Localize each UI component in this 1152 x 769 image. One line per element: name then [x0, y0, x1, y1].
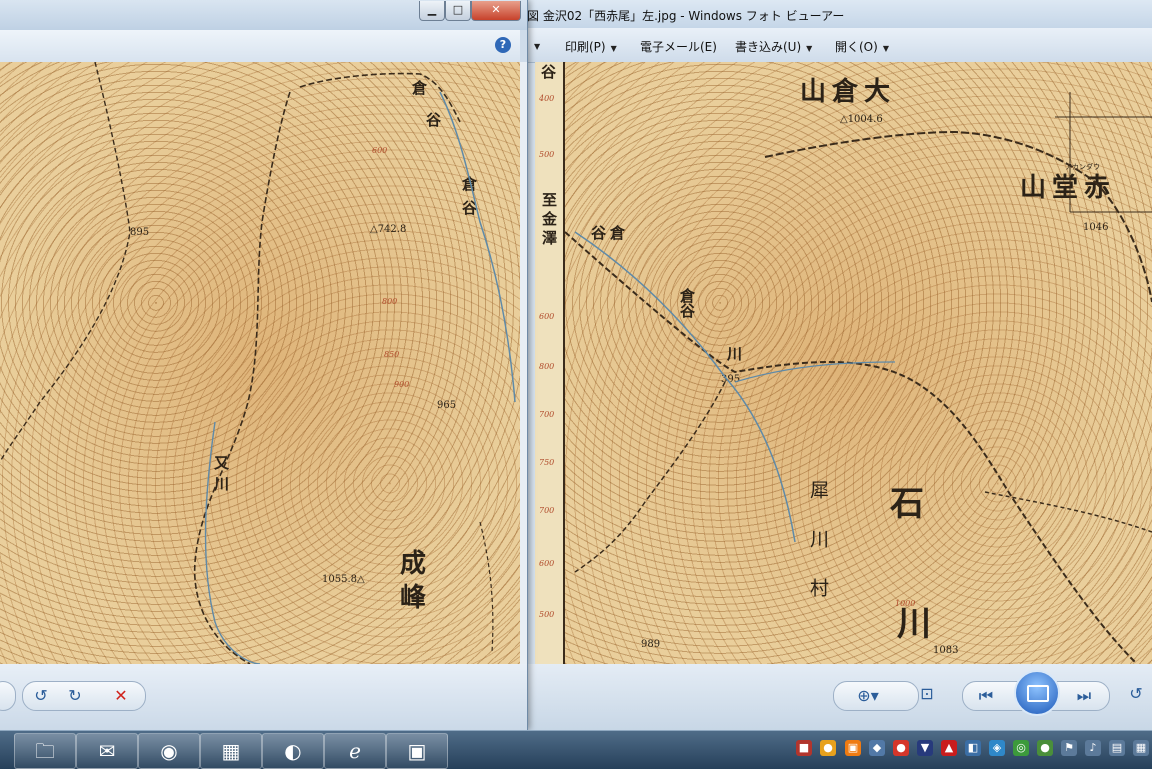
- margin-tick-8: 500: [539, 610, 555, 619]
- margin-tick-6: 700: [539, 506, 555, 515]
- menu-caret[interactable]: ▼: [529, 38, 540, 52]
- left-control-bar: ↺ ↻ ✕: [0, 664, 527, 730]
- tray-icon-3[interactable]: ▣: [845, 740, 861, 756]
- margin-tick-0: 400: [539, 94, 555, 103]
- viewer-control-bar: ⊕▾ ⊡ ⏮ ⏭ ↺: [527, 664, 1152, 730]
- taskbar-photo-viewer-button[interactable]: ▣: [386, 733, 448, 769]
- margin-tick-5: 750: [539, 458, 555, 467]
- firefox-icon: ◉: [160, 739, 178, 763]
- maximize-icon: □: [452, 3, 464, 16]
- mail-icon: ✉: [98, 739, 116, 763]
- left-scrollbar[interactable]: [520, 62, 527, 664]
- margin-tick-1: 500: [539, 150, 555, 159]
- margin-destination: 至金澤: [540, 192, 558, 249]
- margin-tick-7: 600: [539, 559, 555, 568]
- zoom-icon[interactable]: ⊕▾: [850, 682, 886, 710]
- actual-size-icon[interactable]: ⊡: [913, 680, 941, 708]
- network-icon[interactable]: ▤: [1109, 740, 1125, 756]
- rotate-right-icon[interactable]: ↻: [61, 682, 89, 710]
- taskbar-mail-button[interactable]: ✉: [76, 733, 138, 769]
- left-title-bar[interactable]: ▁ □ ✕: [0, 0, 527, 30]
- right-map-paths: [564, 92, 1152, 663]
- margin-top-char: 谷: [541, 63, 557, 81]
- tray-icon-6[interactable]: ▼: [917, 740, 933, 756]
- next-icon[interactable]: ⏭: [1071, 682, 1097, 710]
- zoom-control[interactable]: ⊕▾: [833, 681, 919, 711]
- taskbar-control-panel-button[interactable]: ▦: [200, 733, 262, 769]
- rotate-left-icon[interactable]: ↺: [27, 682, 55, 710]
- delete-icon[interactable]: ✕: [107, 682, 135, 710]
- left-menu-bar: ?: [0, 30, 520, 63]
- taskbar-folder-button[interactable]: 🗀: [14, 733, 76, 769]
- minimize-button[interactable]: ▁: [419, 1, 445, 21]
- slideshow-icon: [1027, 685, 1049, 702]
- slideshow-button[interactable]: [1014, 670, 1060, 716]
- tray-icon-2[interactable]: ●: [820, 740, 836, 756]
- tray-icon-9[interactable]: ◈: [989, 740, 1005, 756]
- margin-tick-3: 800: [539, 362, 555, 371]
- minimize-icon: ▁: [427, 3, 437, 16]
- right-map-image: 山倉大 △1004.6 山堂赤 アカンダウ 1046 谷倉 395 倉谷 川 石…: [535, 62, 1152, 664]
- left-map-paths: [0, 62, 516, 664]
- left-map-image: 倉 谷 倉 谷 895 △742.8 965 1055.8△ 成 峰 又川 60…: [0, 62, 520, 664]
- left-edit-controls: ↺ ↻ ✕: [22, 681, 146, 711]
- tray-icon-7[interactable]: ▲: [941, 740, 957, 756]
- maximize-button[interactable]: □: [445, 1, 471, 21]
- viewer-title-bar[interactable]: 図 金沢02「西赤尾」左.jpg - Windows フォト ビューアー: [527, 0, 1152, 28]
- left-zoom-control[interactable]: [0, 681, 16, 711]
- taskbar-ie-button[interactable]: ℯ: [324, 733, 386, 769]
- rotate-icon[interactable]: ↺: [1122, 680, 1150, 708]
- tray-icon-4[interactable]: ◆: [869, 740, 885, 756]
- map-margin-strip: 谷 至金澤 400 500 600 800 700 750 700 600 50…: [535, 62, 565, 664]
- menu-open[interactable]: 開く(O) ▼: [835, 38, 889, 55]
- photo-viewer-icon: ▣: [407, 739, 427, 763]
- menu-burn[interactable]: 書き込み(U) ▼: [735, 38, 812, 55]
- close-button[interactable]: ✕: [471, 1, 521, 21]
- taskbar-firefox-button[interactable]: ◉: [138, 733, 200, 769]
- menu-email[interactable]: 電子メール(E): [640, 38, 717, 55]
- ie-icon: ℯ: [349, 739, 361, 763]
- volume-icon[interactable]: ♪: [1085, 740, 1101, 756]
- margin-tick-4: 700: [539, 410, 555, 419]
- media-icon: ◐: [284, 739, 302, 763]
- tray-icon-10[interactable]: ◎: [1013, 740, 1029, 756]
- tray-icon-8[interactable]: ◧: [965, 740, 981, 756]
- control-panel-icon: ▦: [221, 739, 241, 763]
- tray-icon-5[interactable]: ●: [893, 740, 909, 756]
- viewer-title: 図 金沢02「西赤尾」左.jpg - Windows フォト ビューアー: [527, 9, 845, 23]
- folder-icon: 🗀: [35, 739, 55, 763]
- taskbar-media-button[interactable]: ◐: [262, 733, 324, 769]
- help-icon[interactable]: ?: [495, 37, 511, 53]
- close-icon: ✕: [491, 3, 501, 16]
- tray-icon-14[interactable]: ▦: [1133, 740, 1149, 756]
- previous-icon[interactable]: ⏮: [973, 682, 999, 710]
- margin-tick-2: 600: [539, 312, 555, 321]
- tray-icon-1[interactable]: ■: [796, 740, 812, 756]
- menu-print[interactable]: 印刷(P) ▼: [565, 38, 617, 55]
- viewer-menu-bar: ▼ 印刷(P) ▼ 電子メール(E) 書き込み(U) ▼ 開く(O) ▼: [527, 28, 1152, 63]
- flag-icon[interactable]: ⚑: [1061, 740, 1077, 756]
- tray-icon-11[interactable]: ●: [1037, 740, 1053, 756]
